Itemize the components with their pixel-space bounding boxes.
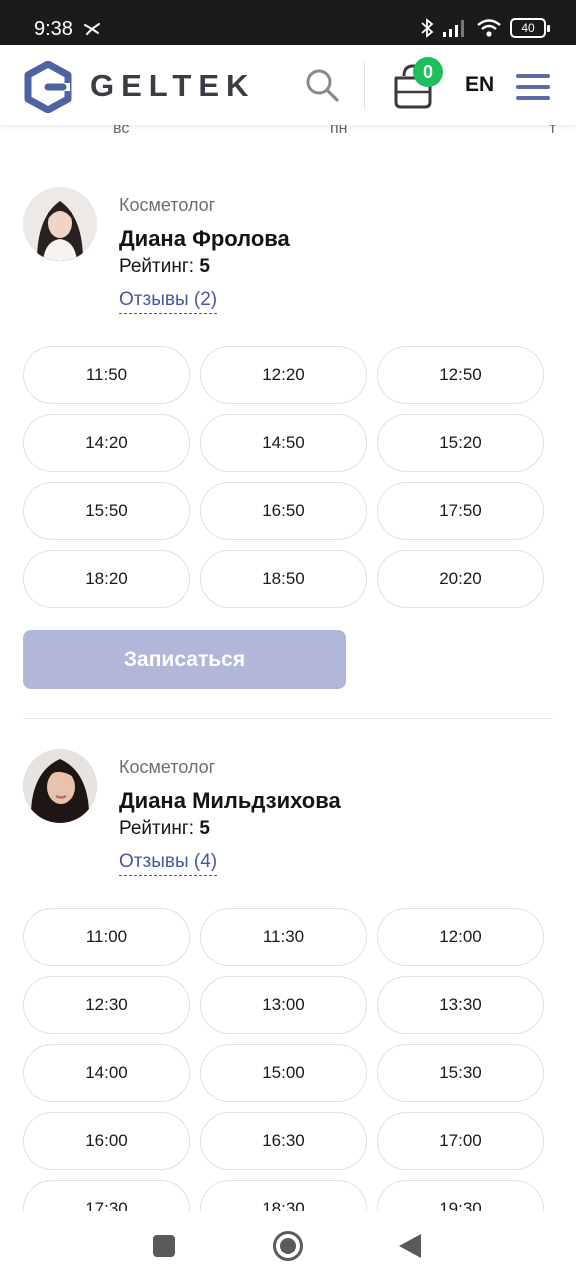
rating-value: 5 [199, 818, 210, 839]
time-slot[interactable]: 15:00 [200, 1044, 367, 1102]
time-slot[interactable]: 11:00 [23, 908, 190, 966]
time-slot[interactable]: 12:20 [200, 346, 367, 404]
status-icons: 40 [420, 18, 550, 38]
time-slot[interactable]: 20:20 [377, 550, 544, 608]
specialist-name: Диана Мильдзихова [119, 788, 341, 813]
hamburger-menu-icon[interactable] [516, 74, 550, 100]
bluetooth-icon [421, 18, 434, 38]
reviews-link[interactable]: Отзывы (4) [119, 850, 218, 876]
reviews-link[interactable]: Отзывы (2) [119, 288, 218, 314]
recent-apps-icon[interactable] [153, 1235, 175, 1257]
avatar [23, 749, 97, 823]
site-header: GELTEK EN [0, 45, 576, 125]
time-slots: 11:00 11:30 12:00 12:30 13:00 13:30 14:0… [23, 908, 545, 1238]
time-slot[interactable]: 11:30 [200, 908, 367, 966]
time-slot[interactable]: 11:50 [23, 346, 190, 404]
time-slot[interactable]: 17:50 [377, 482, 544, 540]
card-divider [23, 718, 553, 719]
time-slot[interactable]: 14:50 [200, 414, 367, 472]
rating-value: 5 [199, 256, 210, 277]
battery-icon: 40 [510, 18, 550, 38]
specialist-rating: Рейтинг: 5 [119, 817, 210, 841]
time-slot[interactable]: 15:20 [377, 414, 544, 472]
time-slots: 11:50 12:20 12:50 14:20 14:50 15:20 15:5… [23, 346, 545, 608]
time-slot[interactable]: 13:00 [200, 976, 367, 1034]
time-slot[interactable]: 14:20 [23, 414, 190, 472]
specialist-role: Косметолог [119, 757, 216, 777]
status-time: 9:38 [34, 18, 73, 40]
rating-label: Рейтинг: [119, 256, 195, 277]
specialist-photo [23, 187, 97, 261]
specialist-rating: Рейтинг: 5 [119, 255, 210, 279]
specialist-name: Диана Фролова [119, 226, 290, 251]
header-divider [364, 62, 365, 110]
time-slot[interactable]: 18:20 [23, 550, 190, 608]
time-slot[interactable]: 14:00 [23, 1044, 190, 1102]
rating-label: Рейтинг: [119, 818, 195, 839]
time-slot[interactable]: 16:00 [23, 1112, 190, 1170]
search-icon[interactable] [304, 67, 340, 103]
book-button[interactable]: Записаться [23, 630, 346, 689]
back-icon[interactable] [399, 1234, 421, 1258]
language-switch[interactable]: EN [465, 73, 494, 97]
time-slot[interactable]: 18:50 [200, 550, 367, 608]
time-slot[interactable]: 13:30 [377, 976, 544, 1034]
specialist-photo [23, 749, 97, 823]
specialist-role: Косметолог [119, 195, 216, 215]
time-slot[interactable]: 12:30 [23, 976, 190, 1034]
brand-name[interactable]: GELTEK [90, 68, 255, 104]
avatar [23, 187, 97, 261]
home-icon[interactable] [273, 1231, 303, 1261]
status-bar: 9:38 40 [0, 0, 576, 45]
geltek-logo-icon[interactable] [23, 61, 73, 113]
time-slot[interactable]: 17:00 [377, 1112, 544, 1170]
time-slot[interactable]: 15:30 [377, 1044, 544, 1102]
time-slot[interactable]: 16:50 [200, 482, 367, 540]
signal-icon [443, 20, 464, 37]
system-nav-bar [0, 1211, 576, 1280]
time-slot[interactable]: 12:50 [377, 346, 544, 404]
cart-count-badge: 0 [413, 57, 443, 87]
time-slot[interactable]: 12:00 [377, 908, 544, 966]
time-slot[interactable]: 15:50 [23, 482, 190, 540]
time-slot[interactable]: 16:30 [200, 1112, 367, 1170]
fan-icon [84, 23, 100, 35]
wifi-icon [477, 19, 501, 37]
